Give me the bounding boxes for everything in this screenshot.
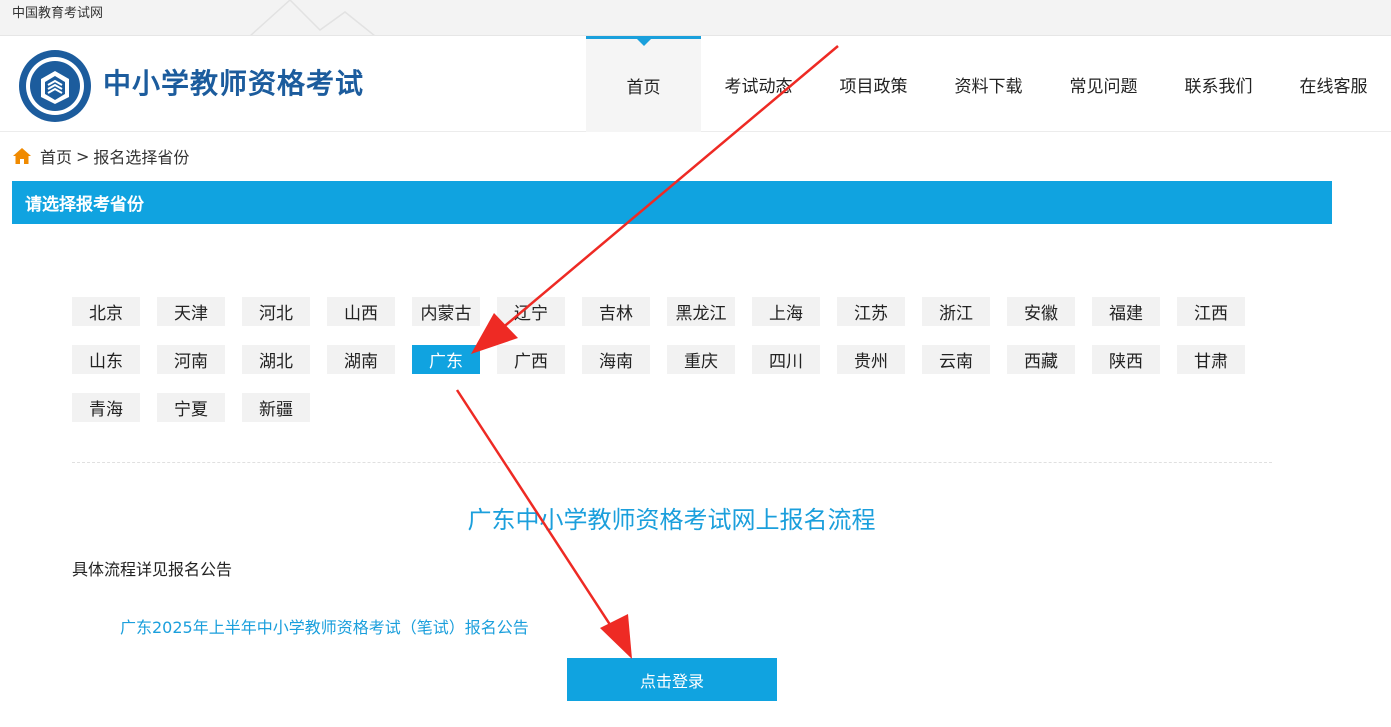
section-title: 请选择报考省份 xyxy=(25,195,144,215)
province-button[interactable]: 湖北 xyxy=(242,345,310,374)
nav-downloads[interactable]: 资料下载 xyxy=(931,36,1046,132)
nav-label: 项目政策 xyxy=(839,76,908,97)
home-icon xyxy=(13,148,31,164)
province-button[interactable]: 山东 xyxy=(72,345,140,374)
province-button[interactable]: 甘肃 xyxy=(1177,345,1245,374)
notice-link[interactable]: 广东2025年上半年中小学教师资格考试（笔试）报名公告 xyxy=(120,614,529,638)
province-button[interactable]: 福建 xyxy=(1092,297,1160,326)
nav-home[interactable]: 首页 xyxy=(586,36,701,132)
province-button[interactable]: 海南 xyxy=(582,345,650,374)
nav-policy[interactable]: 项目政策 xyxy=(816,36,931,132)
exam-logo-icon[interactable] xyxy=(18,49,92,123)
nav-label: 资料下载 xyxy=(954,76,1023,97)
province-button[interactable]: 内蒙古 xyxy=(412,297,480,326)
province-button[interactable]: 贵州 xyxy=(837,345,905,374)
breadcrumb-current: 报名选择省份 xyxy=(93,148,190,167)
flow-detail-text: 具体流程详见报名公告 xyxy=(72,560,233,579)
province-button[interactable]: 广西 xyxy=(497,345,565,374)
nav-label: 首页 xyxy=(626,78,661,98)
flow-title: 广东中小学教师资格考试网上报名流程 xyxy=(467,506,876,534)
breadcrumb: 首页 > 报名选择省份 xyxy=(12,145,189,167)
province-button[interactable]: 新疆 xyxy=(242,393,310,422)
mountain-decoration xyxy=(250,0,375,35)
nav-exam-news[interactable]: 考试动态 xyxy=(701,36,816,132)
province-button[interactable]: 北京 xyxy=(72,297,140,326)
top-bar: 中国教育考试网 xyxy=(0,0,1391,36)
nav-label: 联系我们 xyxy=(1184,76,1253,97)
nav-contact[interactable]: 联系我们 xyxy=(1161,36,1276,132)
province-button[interactable]: 山西 xyxy=(327,297,395,326)
province-button[interactable]: 江西 xyxy=(1177,297,1245,326)
province-button[interactable]: 四川 xyxy=(752,345,820,374)
province-button[interactable]: 湖南 xyxy=(327,345,395,374)
section-title-bar: 请选择报考省份 xyxy=(12,181,1332,224)
province-button[interactable]: 青海 xyxy=(72,393,140,422)
province-button[interactable]: 天津 xyxy=(157,297,225,326)
province-button[interactable]: 宁夏 xyxy=(157,393,225,422)
nav-label: 在线客服 xyxy=(1299,76,1368,97)
breadcrumb-home-link[interactable]: 首页 xyxy=(40,144,72,168)
nav-faq[interactable]: 常见问题 xyxy=(1046,36,1161,132)
province-button[interactable]: 西藏 xyxy=(1007,345,1075,374)
province-button[interactable]: 陕西 xyxy=(1092,345,1160,374)
site-header: 中小学教师资格考试 首页 考试动态 项目政策 资料下载 常见问题 联系我们 在线… xyxy=(0,36,1391,132)
province-button[interactable]: 吉林 xyxy=(582,297,650,326)
province-button[interactable]: 上海 xyxy=(752,297,820,326)
province-button[interactable]: 安徽 xyxy=(1007,297,1075,326)
site-name[interactable]: 中国教育考试网 xyxy=(12,6,103,22)
province-button[interactable]: 辽宁 xyxy=(497,297,565,326)
province-button[interactable]: 重庆 xyxy=(667,345,735,374)
province-button[interactable]: 河南 xyxy=(157,345,225,374)
login-button[interactable]: 点击登录 xyxy=(567,658,777,701)
province-button[interactable]: 江苏 xyxy=(837,297,905,326)
nav-label: 考试动态 xyxy=(724,76,793,97)
province-button[interactable]: 浙江 xyxy=(922,297,990,326)
breadcrumb-separator: > xyxy=(76,146,90,166)
province-button[interactable]: 黑龙江 xyxy=(667,297,735,326)
province-button[interactable]: 河北 xyxy=(242,297,310,326)
logo-title[interactable]: 中小学教师资格考试 xyxy=(103,67,364,101)
nav-label: 常见问题 xyxy=(1069,76,1138,97)
province-button[interactable]: 云南 xyxy=(922,345,990,374)
active-caret-icon xyxy=(636,39,651,46)
nav-online-service[interactable]: 在线客服 xyxy=(1276,36,1391,132)
province-button-selected[interactable]: 广东 xyxy=(412,345,480,374)
dashed-divider xyxy=(72,462,1272,463)
